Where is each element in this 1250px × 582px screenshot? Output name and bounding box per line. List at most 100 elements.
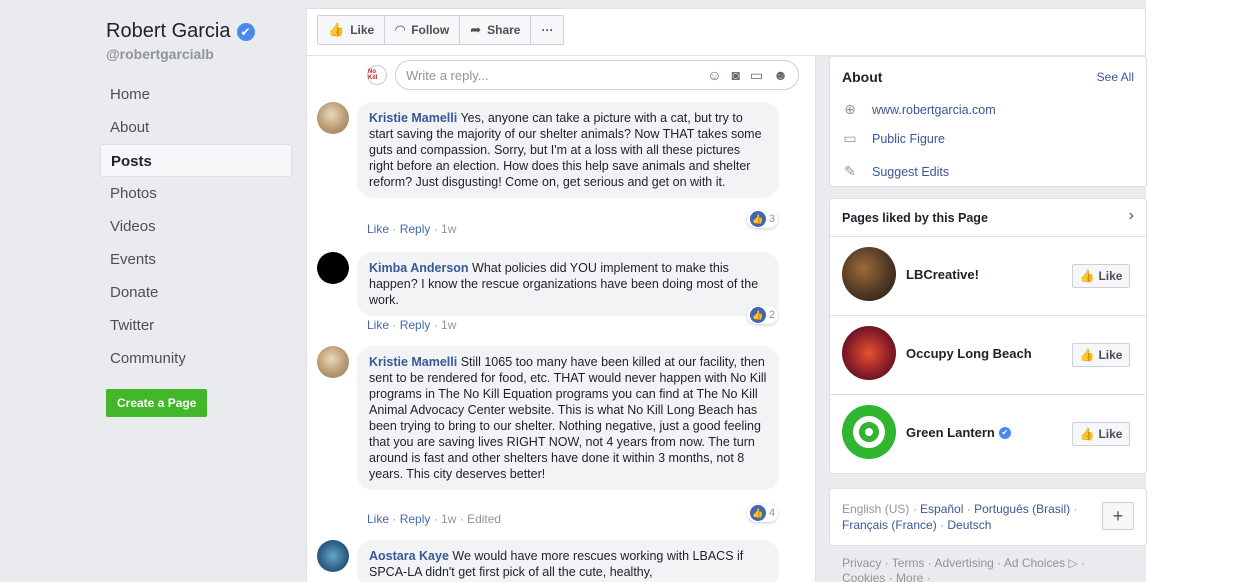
create-page-button[interactable]: Create a Page <box>106 389 208 417</box>
comment-reactions[interactable]: 👍 4 <box>747 504 779 522</box>
nav-item-events[interactable]: Events <box>100 243 292 276</box>
nav-item-about[interactable]: About <box>100 111 292 144</box>
footer-line-1[interactable]: Privacy · Terms · Advertising · Ad Choic… <box>842 556 1122 571</box>
follow-button[interactable]: ◠ Follow <box>385 16 461 44</box>
liked-page-name[interactable]: Occupy Long Beach <box>906 346 1032 361</box>
liked-page-item: Green Lantern ✔ 👍 Like <box>830 395 1146 474</box>
reply-composer: No Kill Write a reply... ☺ ◙ ▭ ☻ <box>367 60 799 90</box>
comment-meta: Like · Reply · 1w · Edited <box>367 512 502 526</box>
website-link[interactable]: www.robertgarcia.com <box>872 103 996 117</box>
like-page-button[interactable]: 👍 Like <box>318 16 386 44</box>
sticker-icon[interactable]: ☻ <box>773 67 788 84</box>
pages-liked-title: Pages liked by this Page <box>842 211 988 225</box>
language-link[interactable]: Português (Brasil) <box>974 502 1070 516</box>
about-website-row[interactable]: ⊕ www.robertgarcia.com <box>842 101 996 118</box>
comment-reactions[interactable]: 👍 3 <box>747 210 779 228</box>
comment-time[interactable]: 1w <box>441 318 456 332</box>
comment-reply-link[interactable]: Reply <box>400 512 431 526</box>
comment-author[interactable]: Kristie Mamelli <box>369 111 457 125</box>
language-card: English (US) · Español · Português (Bras… <box>829 488 1147 546</box>
right-gutter <box>1146 0 1250 582</box>
nav-item-posts[interactable]: Posts <box>100 144 292 177</box>
thumbs-up-icon: 👍 <box>1079 427 1095 441</box>
nav-item-photos[interactable]: Photos <box>100 177 292 210</box>
share-button[interactable]: ➦ Share <box>460 16 532 44</box>
footer-line-2[interactable]: Cookies · More · <box>842 571 1122 582</box>
action-button-group: 👍 Like ◠ Follow ➦ Share ··· <box>317 15 565 45</box>
category-link[interactable]: Public Figure <box>872 132 945 146</box>
page-handle[interactable]: @robertgarcialb <box>106 46 214 62</box>
like-page-button[interactable]: 👍 Like <box>1072 264 1130 288</box>
like-page-button[interactable]: 👍 Like <box>1072 422 1130 446</box>
reply-input[interactable]: Write a reply... ☺ ◙ ▭ ☻ <box>395 60 799 90</box>
add-language-button[interactable]: + <box>1102 502 1134 530</box>
suggest-edits-row[interactable]: ✎ Suggest Edits <box>842 163 949 180</box>
nav-item-donate[interactable]: Donate <box>100 276 292 309</box>
about-category-row[interactable]: ▭ Public Figure <box>842 130 945 147</box>
nav-item-twitter[interactable]: Twitter <box>100 309 292 342</box>
about-title: About <box>842 69 883 85</box>
liked-page-name[interactable]: Green Lantern ✔ <box>906 425 1011 440</box>
comment-reactions[interactable]: 👍 2 <box>747 306 779 324</box>
pages-liked-card: Pages liked by this Page › LBCreative! 👍… <box>829 198 1147 474</box>
pages-liked-header[interactable]: Pages liked by this Page › <box>830 199 1146 237</box>
thumbs-up-icon: 👍 <box>750 505 766 521</box>
comment-like-link[interactable]: Like <box>367 318 389 332</box>
comment-author[interactable]: Kristie Mamelli <box>369 355 457 369</box>
chevron-right-icon[interactable]: › <box>1129 207 1134 225</box>
liked-page-avatar[interactable] <box>842 326 896 380</box>
language-link[interactable]: Deutsch <box>947 518 991 532</box>
comment-like-link[interactable]: Like <box>367 222 389 236</box>
more-options-button[interactable]: ··· <box>531 16 564 44</box>
like-page-button[interactable]: 👍 Like <box>1072 343 1130 367</box>
camera-icon[interactable]: ◙ <box>732 67 740 84</box>
green-lantern-logo-icon <box>853 416 885 448</box>
comment-time[interactable]: 1w <box>441 222 456 236</box>
verified-badge-icon: ✔ <box>998 426 1011 439</box>
reaction-count: 2 <box>769 309 776 321</box>
comment-text: Still 1065 too many have been killed at … <box>369 355 767 481</box>
language-link[interactable]: Français (France) <box>842 518 937 532</box>
comment-like-link[interactable]: Like <box>367 512 389 526</box>
suggest-edits-link[interactable]: Suggest Edits <box>872 165 949 179</box>
like-label: Like <box>1098 427 1123 441</box>
commenter-avatar[interactable] <box>317 346 349 378</box>
gif-icon[interactable]: ▭ <box>750 67 763 84</box>
commenter-avatar[interactable] <box>317 252 349 284</box>
reply-placeholder: Write a reply... <box>406 67 489 83</box>
liked-page-name-text[interactable]: LBCreative! <box>906 267 979 282</box>
emoji-icon[interactable]: ☺ <box>707 67 721 84</box>
liked-page-name[interactable]: LBCreative! <box>906 267 979 282</box>
nav-item-community[interactable]: Community <box>100 342 292 375</box>
flag-icon: ▭ <box>843 130 857 146</box>
comment-reply-link[interactable]: Reply <box>400 318 431 332</box>
comment-meta: Like · Reply · 1w <box>367 318 457 332</box>
thumbs-up-icon: 👍 <box>1079 348 1095 362</box>
like-label: Like <box>1098 269 1123 283</box>
comment-author[interactable]: Aostara Kaye <box>369 549 449 563</box>
nav-item-home[interactable]: Home <box>100 78 292 111</box>
comment-meta: Like · Reply · 1w <box>367 222 457 236</box>
comment-time[interactable]: 1w <box>441 512 456 526</box>
like-page-label: Like <box>350 23 375 37</box>
liked-page-avatar[interactable] <box>842 405 896 459</box>
footer-links: Privacy · Terms · Advertising · Ad Choic… <box>842 556 1122 582</box>
comment-edited[interactable]: Edited <box>467 512 501 526</box>
see-all-link[interactable]: See All <box>1097 70 1134 84</box>
page-name-text[interactable]: Robert Garcia <box>106 20 231 43</box>
like-label: Like <box>1098 348 1123 362</box>
liked-page-avatar[interactable] <box>842 247 896 301</box>
comment-bubble: Kristie Mamelli Yes, anyone can take a p… <box>357 102 779 198</box>
liked-page-name-text[interactable]: Occupy Long Beach <box>906 346 1032 361</box>
current-language: English (US) <box>842 502 910 516</box>
liked-page-name-text[interactable]: Green Lantern <box>906 425 995 440</box>
commenter-avatar[interactable] <box>317 102 349 134</box>
comment-author[interactable]: Kimba Anderson <box>369 261 469 275</box>
page-name[interactable]: Robert Garcia ✔ <box>106 20 255 43</box>
commenter-avatar[interactable] <box>317 540 349 572</box>
comment-reply-link[interactable]: Reply <box>400 222 431 236</box>
share-arrow-icon: ➦ <box>470 22 482 37</box>
nav-item-videos[interactable]: Videos <box>100 210 292 243</box>
reaction-count: 4 <box>769 507 776 519</box>
language-link[interactable]: Español <box>920 502 963 516</box>
